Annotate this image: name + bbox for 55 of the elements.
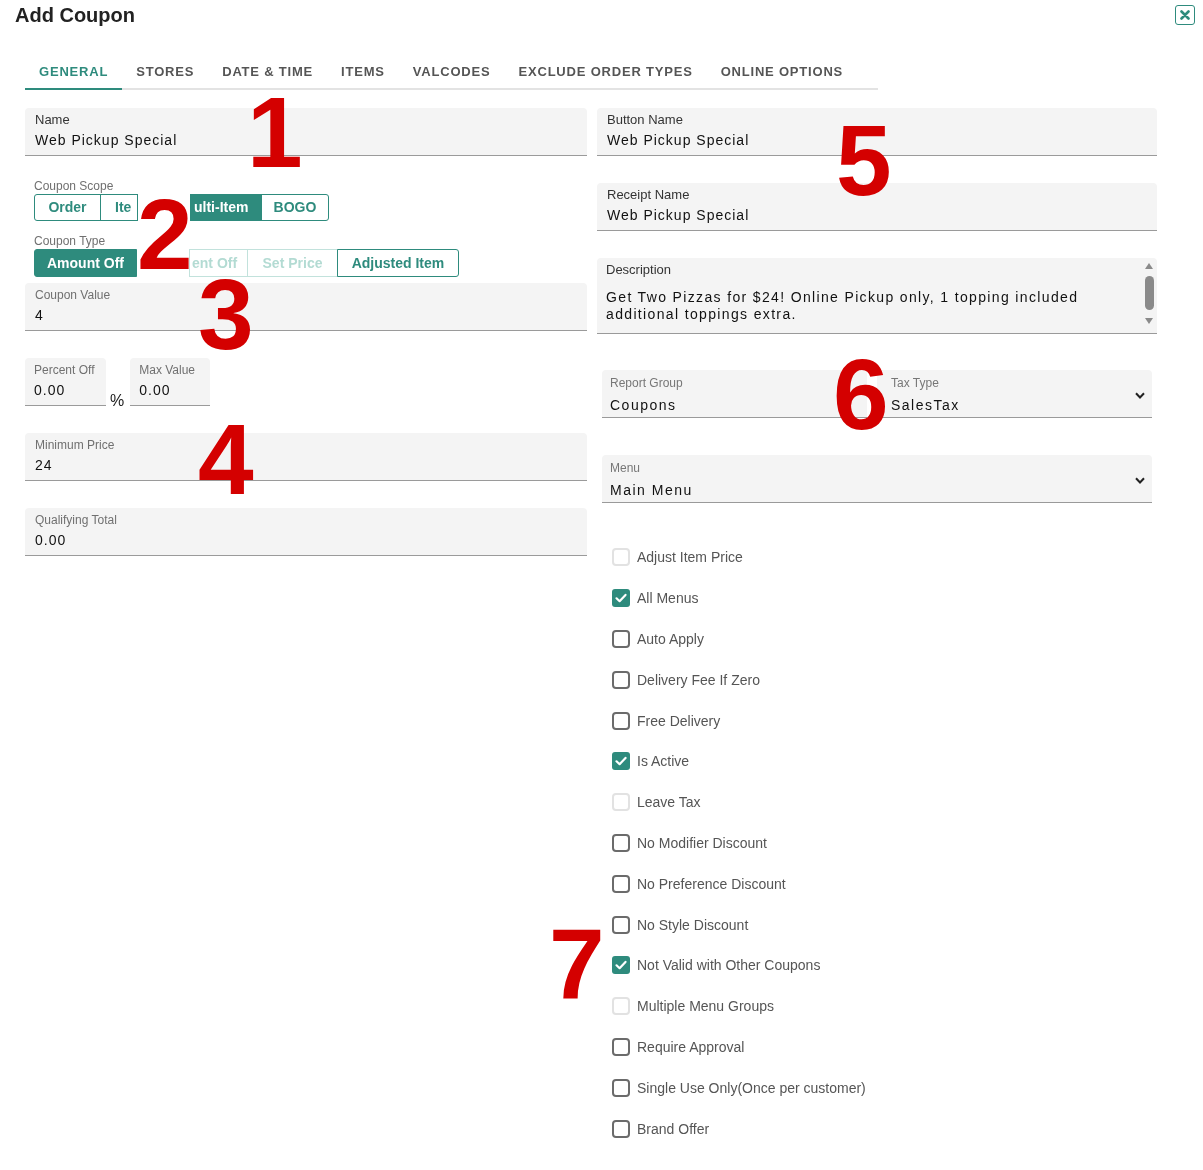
dialog-title: Add Coupon	[15, 3, 135, 27]
qualifying-total-field[interactable]: Qualifying Total 0.00	[25, 508, 587, 556]
tab[interactable]: STORES	[122, 55, 209, 90]
tab[interactable]: VALCODES	[398, 55, 505, 90]
scroll-up-icon[interactable]	[1145, 263, 1153, 269]
checkbox[interactable]	[612, 752, 630, 771]
segment-button[interactable]: Amount Off	[34, 249, 137, 277]
checkbox-label[interactable]: Delivery Fee If Zero	[637, 670, 760, 689]
checkbox-label[interactable]: No Modifier Discount	[637, 833, 767, 852]
checkbox[interactable]	[612, 630, 630, 648]
checkbox[interactable]	[612, 915, 630, 934]
max-value-field[interactable]: Max Value 0.00	[130, 358, 211, 406]
menu-select[interactable]: Menu Main Menu	[602, 455, 1152, 503]
checkbox-label[interactable]: Require Approval	[637, 1037, 745, 1056]
checkbox[interactable]	[612, 1119, 630, 1138]
description-field[interactable]: Description Get Two Pizzas for $24! Online Pickup only, 1 topping included additional toppings extra.	[597, 258, 1157, 334]
segment-button[interactable]: Order	[34, 194, 101, 221]
tab[interactable]: ITEMS	[327, 55, 399, 90]
checkbox-label[interactable]: Free Delivery	[637, 711, 721, 730]
field-label: Coupon Type	[34, 233, 107, 249]
segment-button[interactable]: Adjusted Item	[337, 249, 459, 277]
checkbox[interactable]	[612, 956, 630, 975]
checkbox[interactable]	[612, 589, 630, 608]
tab[interactable]: ONLINE OPTIONS	[706, 55, 858, 90]
checkbox-label[interactable]: No Style Discount	[637, 915, 749, 934]
checkbox[interactable]	[612, 670, 630, 689]
checkbox[interactable]	[612, 1078, 630, 1097]
segment-button[interactable]: Ite	[100, 194, 138, 221]
scrollbar-thumb[interactable]	[1144, 276, 1154, 310]
checkbox[interactable]	[612, 833, 630, 852]
scroll-down-icon[interactable]	[1145, 318, 1153, 324]
checkbox-label[interactable]: Single Use Only(Once per customer)	[637, 1078, 866, 1097]
chevron-down-icon	[1135, 476, 1145, 484]
percent-sign: %	[110, 393, 125, 409]
checkbox[interactable]	[612, 874, 630, 893]
annotation-number: 7	[549, 927, 601, 1002]
tab[interactable]: GENERAL	[25, 55, 123, 90]
percent-off-field[interactable]: Percent Off 0.00	[25, 358, 106, 406]
close-button[interactable]	[1175, 5, 1195, 25]
checkbox-label[interactable]: Not Valid with Other Coupons	[637, 956, 821, 975]
close-icon	[1180, 10, 1190, 20]
field-label: Coupon Scope	[34, 178, 115, 194]
tab[interactable]: EXCLUDE ORDER TYPES	[504, 55, 707, 90]
tab[interactable]: DATE & TIME	[208, 55, 328, 90]
checkbox[interactable]	[612, 1037, 630, 1056]
checkbox-label[interactable]: All Menus	[637, 589, 699, 608]
checkbox-label[interactable]: No Preference Discount	[637, 874, 786, 893]
checkbox-label[interactable]: Auto Apply	[637, 630, 704, 648]
checkbox-label[interactable]: Brand Offer	[637, 1119, 710, 1138]
chevron-down-icon	[1135, 391, 1145, 399]
checkbox-label[interactable]: Is Active	[637, 752, 690, 771]
segment-button[interactable]: BOGO	[261, 194, 329, 221]
checkbox[interactable]	[612, 711, 630, 730]
segment-button[interactable]: ulti-Item	[190, 194, 262, 221]
annotation-number: 2	[137, 197, 189, 272]
